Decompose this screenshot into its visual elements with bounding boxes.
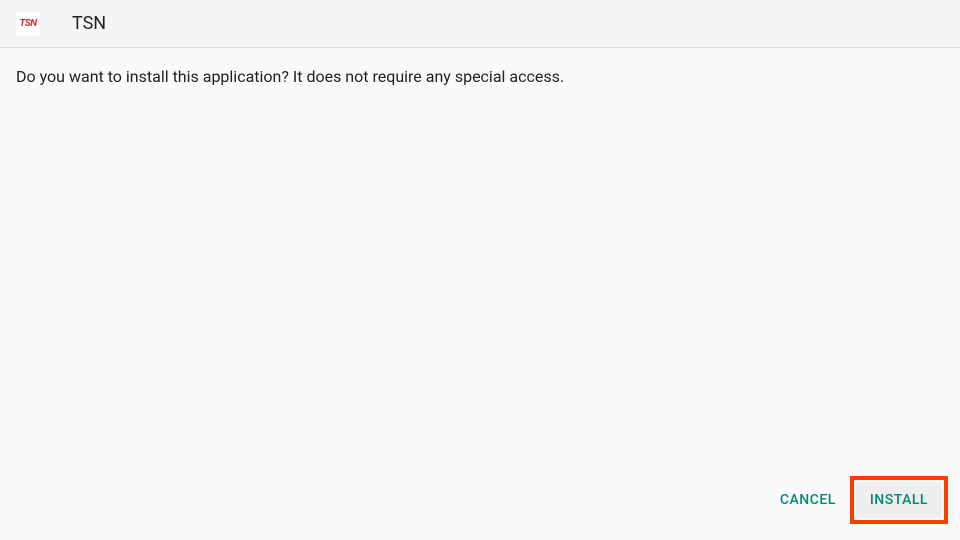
app-icon-text: TSN xyxy=(19,18,36,29)
app-title: TSN xyxy=(72,13,106,34)
app-icon: TSN xyxy=(16,12,40,36)
button-bar: CANCEL INSTALL xyxy=(766,460,960,540)
app-header: TSN TSN xyxy=(0,0,960,48)
install-highlight-box: INSTALL xyxy=(850,476,948,524)
install-button[interactable]: INSTALL xyxy=(856,482,942,518)
cancel-button[interactable]: CANCEL xyxy=(766,482,850,518)
content-area: Do you want to install this application?… xyxy=(0,48,960,106)
install-prompt-text: Do you want to install this application?… xyxy=(16,66,944,88)
